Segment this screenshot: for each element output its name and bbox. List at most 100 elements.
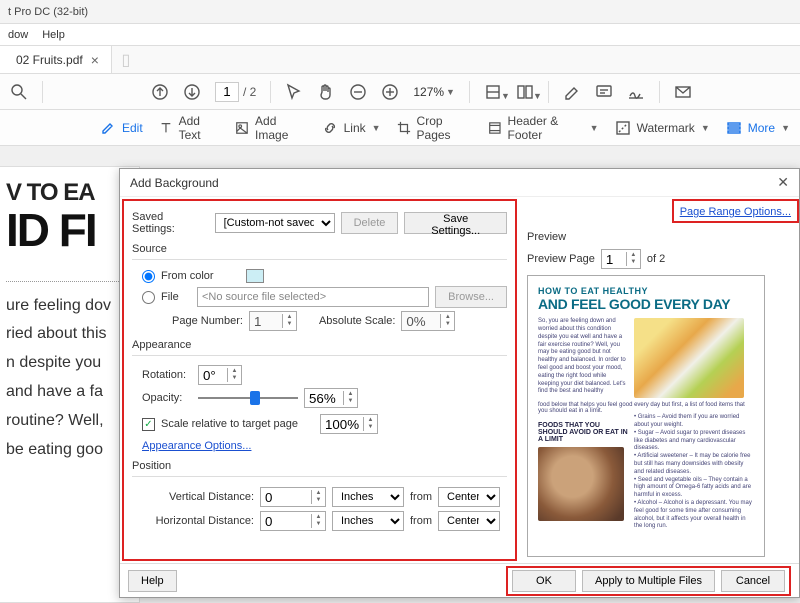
- horizontal-distance-spinner[interactable]: ▲▼: [260, 511, 326, 531]
- preview-pane: HOW TO EAT HEALTHY AND FEEL GOOD EVERY D…: [527, 275, 765, 557]
- page-range-highlight: Page Range Options...: [672, 199, 799, 223]
- hand-tool-icon[interactable]: [317, 83, 335, 101]
- scale-spinner[interactable]: ▲▼: [320, 414, 378, 434]
- doc-body-line: and have a fa: [6, 378, 133, 407]
- dialog-footer: Help OK Apply to Multiple Files Cancel: [120, 563, 799, 597]
- cancel-button[interactable]: Cancel: [721, 570, 785, 592]
- doc-body-line: be eating goo: [6, 436, 133, 465]
- help-button[interactable]: Help: [128, 570, 177, 592]
- appearance-options-link[interactable]: Appearance Options...: [142, 440, 251, 452]
- preview-text-2: • Grains – Avoid them if you are worried…: [634, 414, 754, 531]
- edit-button[interactable]: Edit: [100, 120, 143, 136]
- doc-body-line: routine? Well,: [6, 407, 133, 436]
- page-input[interactable]: [215, 82, 239, 102]
- doc-body-line: n despite you: [6, 349, 133, 378]
- mail-icon[interactable]: [674, 83, 692, 101]
- comment-icon[interactable]: [595, 83, 613, 101]
- delete-button[interactable]: Delete: [341, 212, 399, 234]
- vertical-distance-label: Vertical Distance:: [142, 491, 254, 503]
- vertical-distance-spinner[interactable]: ▲▼: [260, 487, 326, 507]
- preview-page-label: Preview Page: [527, 253, 595, 265]
- preview-label: Preview: [527, 231, 791, 243]
- zoom-dropdown[interactable]: 127% ▼: [413, 85, 455, 99]
- zoom-in-icon[interactable]: [381, 83, 399, 101]
- prev-page-icon[interactable]: [151, 83, 169, 101]
- preview-page-spinner[interactable]: ▲▼: [601, 249, 641, 269]
- opacity-spinner[interactable]: ▲▼: [304, 388, 358, 408]
- preview-panel: Page Range Options... Preview Preview Pa…: [519, 197, 799, 563]
- page-number-spinner[interactable]: ▲▼: [249, 311, 297, 331]
- zoom-value: 127%: [413, 85, 444, 99]
- scale-checkbox[interactable]: ✓: [142, 418, 155, 431]
- next-page-icon[interactable]: [183, 83, 201, 101]
- action-buttons-highlight: OK Apply to Multiple Files Cancel: [506, 566, 791, 596]
- document-tab[interactable]: 02 Fruits.pdf ×: [0, 46, 112, 73]
- absolute-scale-spinner[interactable]: ▲▼: [401, 311, 455, 331]
- page-range-options-link[interactable]: Page Range Options...: [680, 206, 791, 218]
- vertical-unit-select[interactable]: Inches: [332, 487, 404, 507]
- menu-bar: dow Help: [0, 24, 800, 46]
- color-swatch[interactable]: [246, 269, 264, 283]
- tab-bar: 02 Fruits.pdf × ▯: [0, 46, 800, 74]
- title-bar: t Pro DC (32-bit): [0, 0, 800, 24]
- caret-icon: ▼: [446, 87, 455, 97]
- doc-body-line: ried about this: [6, 320, 133, 349]
- fit-width-icon[interactable]: ▼: [484, 83, 502, 101]
- absolute-scale-label: Absolute Scale:: [319, 315, 395, 327]
- close-icon[interactable]: ✕: [777, 174, 789, 191]
- preview-heading-1: HOW TO EAT HEALTHY: [538, 286, 754, 296]
- from-label: from: [410, 515, 432, 527]
- save-settings-button[interactable]: Save Settings...: [404, 212, 507, 234]
- position-label: Position: [132, 460, 507, 472]
- browse-button[interactable]: Browse...: [435, 286, 507, 308]
- preview-heading-2: AND FEEL GOOD EVERY DAY: [538, 296, 754, 312]
- rotation-spinner[interactable]: ▲▼: [198, 365, 242, 385]
- file-label: File: [161, 291, 191, 303]
- horizontal-unit-select[interactable]: Inches: [332, 511, 404, 531]
- edit-toolbar: Edit Add Text Add Image Link▼ Crop Pages…: [0, 110, 800, 146]
- add-image-button[interactable]: Add Image: [235, 114, 306, 142]
- file-radio[interactable]: [142, 291, 155, 304]
- opacity-slider[interactable]: [198, 391, 298, 405]
- ok-button[interactable]: OK: [512, 570, 576, 592]
- preview-image-2: [538, 447, 624, 521]
- crop-button[interactable]: Crop Pages: [397, 114, 472, 142]
- menu-help[interactable]: Help: [42, 29, 65, 41]
- search-icon[interactable]: [10, 83, 28, 101]
- vertical-from-select[interactable]: Center: [438, 487, 500, 507]
- sign-icon[interactable]: [627, 83, 645, 101]
- app-title: t Pro DC (32-bit): [8, 6, 88, 18]
- doc-heading-1: ID FI: [6, 209, 133, 253]
- opacity-label: Opacity:: [142, 392, 192, 404]
- preview-text: So, you are feeling down and worried abo…: [538, 318, 628, 398]
- dialog-title-bar: Add Background ✕: [120, 169, 799, 197]
- header-footer-button[interactable]: Header & Footer▼: [488, 114, 599, 142]
- saved-settings-select[interactable]: [Custom-not saved]: [215, 213, 335, 233]
- select-tool-icon[interactable]: [285, 83, 303, 101]
- add-tab-button[interactable]: ▯: [112, 46, 140, 73]
- doc-body-line: ure feeling dov: [6, 292, 133, 321]
- preview-subheading: FOODS THAT YOU SHOULD AVOID OR EAT IN A …: [538, 422, 628, 443]
- horizontal-from-select[interactable]: Center: [438, 511, 500, 531]
- settings-panel: Saved Settings: [Custom-not saved] Delet…: [122, 199, 517, 561]
- from-color-label: From color: [161, 270, 214, 282]
- highlight-icon[interactable]: [563, 83, 581, 101]
- file-path-input[interactable]: <No source file selected>: [197, 287, 429, 307]
- page-display-icon[interactable]: ▼: [516, 83, 534, 101]
- page-indicator: / 2: [215, 82, 256, 102]
- close-icon[interactable]: ×: [91, 52, 99, 68]
- menu-window[interactable]: dow: [8, 29, 28, 41]
- add-text-button[interactable]: Add Text: [159, 114, 219, 142]
- from-color-radio[interactable]: [142, 270, 155, 283]
- zoom-out-icon[interactable]: [349, 83, 367, 101]
- watermark-button[interactable]: Watermark▼: [615, 120, 710, 136]
- from-label: from: [410, 491, 432, 503]
- link-button[interactable]: Link▼: [322, 120, 381, 136]
- tab-label: 02 Fruits.pdf: [16, 53, 83, 67]
- scale-label: Scale relative to target page: [161, 418, 298, 430]
- source-label: Source: [132, 243, 507, 255]
- apply-multiple-button[interactable]: Apply to Multiple Files: [582, 570, 715, 592]
- dialog-title: Add Background: [130, 176, 219, 190]
- add-background-dialog: Add Background ✕ Saved Settings: [Custom…: [119, 168, 800, 598]
- more-button[interactable]: More▼: [726, 120, 790, 136]
